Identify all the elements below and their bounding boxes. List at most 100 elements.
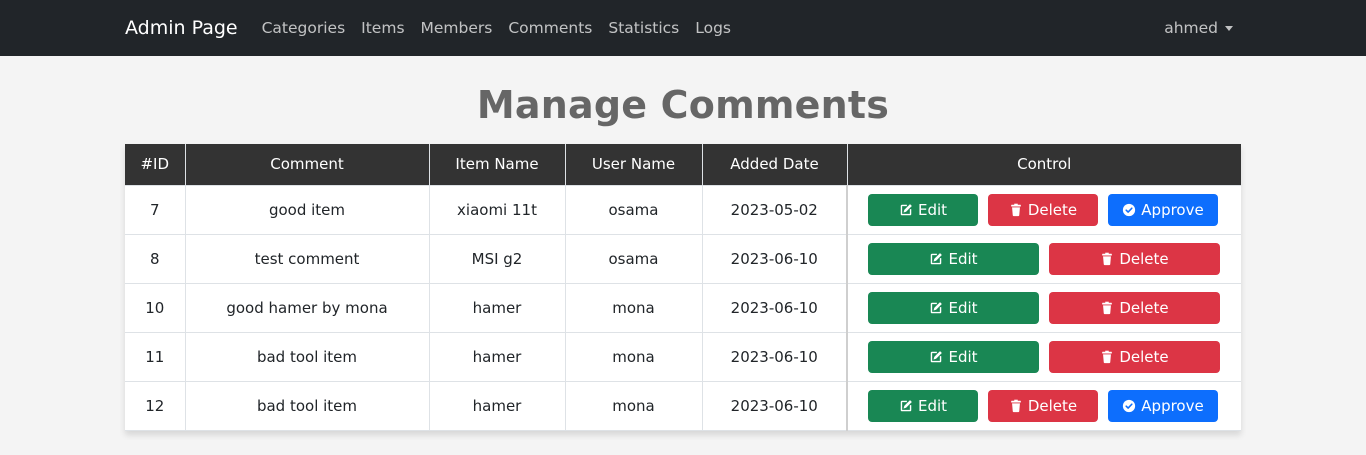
header-id: #ID: [125, 144, 186, 186]
control-buttons: Edit Delete Approve: [868, 389, 1241, 422]
nav-links: Categories Items Members Comments Statis…: [262, 19, 747, 37]
cell-comment: test comment: [184, 233, 430, 284]
control-buttons: Edit Delete Approve: [868, 193, 1241, 226]
cell-comment: good item: [184, 184, 430, 235]
table-row: 12 bad tool item hamer mona 2023-06-10 E…: [125, 380, 1241, 431]
trash-icon: [1009, 399, 1023, 413]
delete-label: Delete: [1027, 200, 1078, 219]
cell-control: Edit Delete: [846, 282, 1241, 333]
cell-user-name: mona: [564, 282, 703, 333]
delete-label: Delete: [1027, 396, 1078, 415]
cell-comment: good hamer by mona: [184, 282, 430, 333]
header-comment: Comment: [184, 144, 430, 186]
control-buttons: Edit Delete: [868, 291, 1241, 324]
cell-control: Edit Delete: [846, 331, 1241, 382]
cell-comment: bad tool item: [184, 380, 430, 431]
cell-id: 11: [125, 331, 186, 382]
header-item-name: Item Name: [428, 144, 566, 186]
trash-icon: [1009, 203, 1023, 217]
cell-user-name: mona: [564, 380, 703, 431]
edit-button[interactable]: Edit: [868, 291, 1039, 324]
edit-label: Edit: [948, 298, 978, 317]
edit-label: Edit: [917, 200, 948, 219]
user-name: ahmed: [1164, 19, 1218, 37]
edit-icon: [899, 399, 913, 413]
delete-button[interactable]: Delete: [1049, 340, 1220, 373]
edit-label: Edit: [948, 347, 978, 366]
nav-link-comments[interactable]: Comments: [508, 19, 592, 37]
delete-button[interactable]: Delete: [988, 389, 1098, 422]
approve-label: Approve: [1141, 396, 1204, 415]
check-circle-icon: [1122, 399, 1136, 413]
cell-item-name: xiaomi 11t: [428, 184, 566, 235]
edit-button[interactable]: Edit: [868, 242, 1039, 275]
cell-added-date: 2023-06-10: [701, 380, 848, 431]
edit-button[interactable]: Edit: [868, 340, 1039, 373]
brand-link[interactable]: Admin Page: [125, 17, 238, 39]
table-row: 8 test comment MSI g2 osama 2023-06-10 E…: [125, 233, 1241, 284]
header-user-name: User Name: [564, 144, 703, 186]
nav-link-categories[interactable]: Categories: [262, 19, 346, 37]
nav-link-members[interactable]: Members: [421, 19, 493, 37]
comments-table-container: #ID Comment Item Name User Name Added Da…: [125, 144, 1241, 431]
cell-user-name: osama: [564, 233, 703, 284]
cell-comment: bad tool item: [184, 331, 430, 382]
table-body: 7 good item xiaomi 11t osama 2023-05-02 …: [125, 184, 1241, 431]
cell-added-date: 2023-06-10: [701, 233, 848, 284]
edit-label: Edit: [948, 249, 978, 268]
cell-added-date: 2023-06-10: [701, 282, 848, 333]
control-buttons: Edit Delete: [868, 340, 1241, 373]
cell-added-date: 2023-05-02: [701, 184, 848, 235]
nav-link-items[interactable]: Items: [361, 19, 404, 37]
table-row: 11 bad tool item hamer mona 2023-06-10 E…: [125, 331, 1241, 382]
edit-button[interactable]: Edit: [868, 193, 978, 226]
cell-user-name: mona: [564, 331, 703, 382]
control-buttons: Edit Delete: [868, 242, 1241, 275]
cell-id: 7: [125, 184, 186, 235]
cell-control: Edit Delete: [846, 233, 1241, 284]
delete-label: Delete: [1119, 298, 1169, 317]
cell-id: 8: [125, 233, 186, 284]
page-title: Manage Comments: [476, 83, 890, 127]
cell-item-name: hamer: [428, 331, 566, 382]
cell-user-name: osama: [564, 184, 703, 235]
delete-button[interactable]: Delete: [988, 193, 1098, 226]
cell-item-name: hamer: [428, 282, 566, 333]
edit-button[interactable]: Edit: [868, 389, 978, 422]
delete-label: Delete: [1119, 249, 1169, 268]
caret-down-icon: [1225, 25, 1233, 31]
trash-icon: [1100, 350, 1114, 364]
check-circle-icon: [1122, 203, 1136, 217]
cell-added-date: 2023-06-10: [701, 331, 848, 382]
edit-icon: [929, 350, 943, 364]
header-added-date: Added Date: [701, 144, 848, 186]
delete-button[interactable]: Delete: [1049, 242, 1220, 275]
edit-icon: [899, 203, 913, 217]
nav-link-logs[interactable]: Logs: [695, 19, 731, 37]
edit-label: Edit: [917, 396, 948, 415]
top-navbar: Admin Page Categories Items Members Comm…: [0, 0, 1366, 56]
cell-item-name: hamer: [428, 380, 566, 431]
header-control: Control: [846, 144, 1241, 186]
trash-icon: [1100, 252, 1114, 266]
nav-link-statistics[interactable]: Statistics: [608, 19, 679, 37]
approve-label: Approve: [1141, 200, 1204, 219]
table-row: 10 good hamer by mona hamer mona 2023-06…: [125, 282, 1241, 333]
user-dropdown[interactable]: ahmed: [1164, 19, 1233, 37]
cell-id: 12: [125, 380, 186, 431]
trash-icon: [1100, 301, 1114, 315]
delete-button[interactable]: Delete: [1049, 291, 1220, 324]
cell-control: Edit Delete Approve: [846, 184, 1241, 235]
approve-button[interactable]: Approve: [1108, 193, 1218, 226]
table-row: 7 good item xiaomi 11t osama 2023-05-02 …: [125, 184, 1241, 235]
delete-label: Delete: [1119, 347, 1169, 366]
table-header-row: #ID Comment Item Name User Name Added Da…: [125, 144, 1241, 186]
edit-icon: [929, 252, 943, 266]
approve-button[interactable]: Approve: [1108, 389, 1218, 422]
cell-control: Edit Delete Approve: [846, 380, 1241, 431]
edit-icon: [929, 301, 943, 315]
cell-item-name: MSI g2: [428, 233, 566, 284]
cell-id: 10: [125, 282, 186, 333]
navbar-container: Admin Page Categories Items Members Comm…: [125, 0, 1233, 56]
comments-table: #ID Comment Item Name User Name Added Da…: [125, 144, 1241, 431]
